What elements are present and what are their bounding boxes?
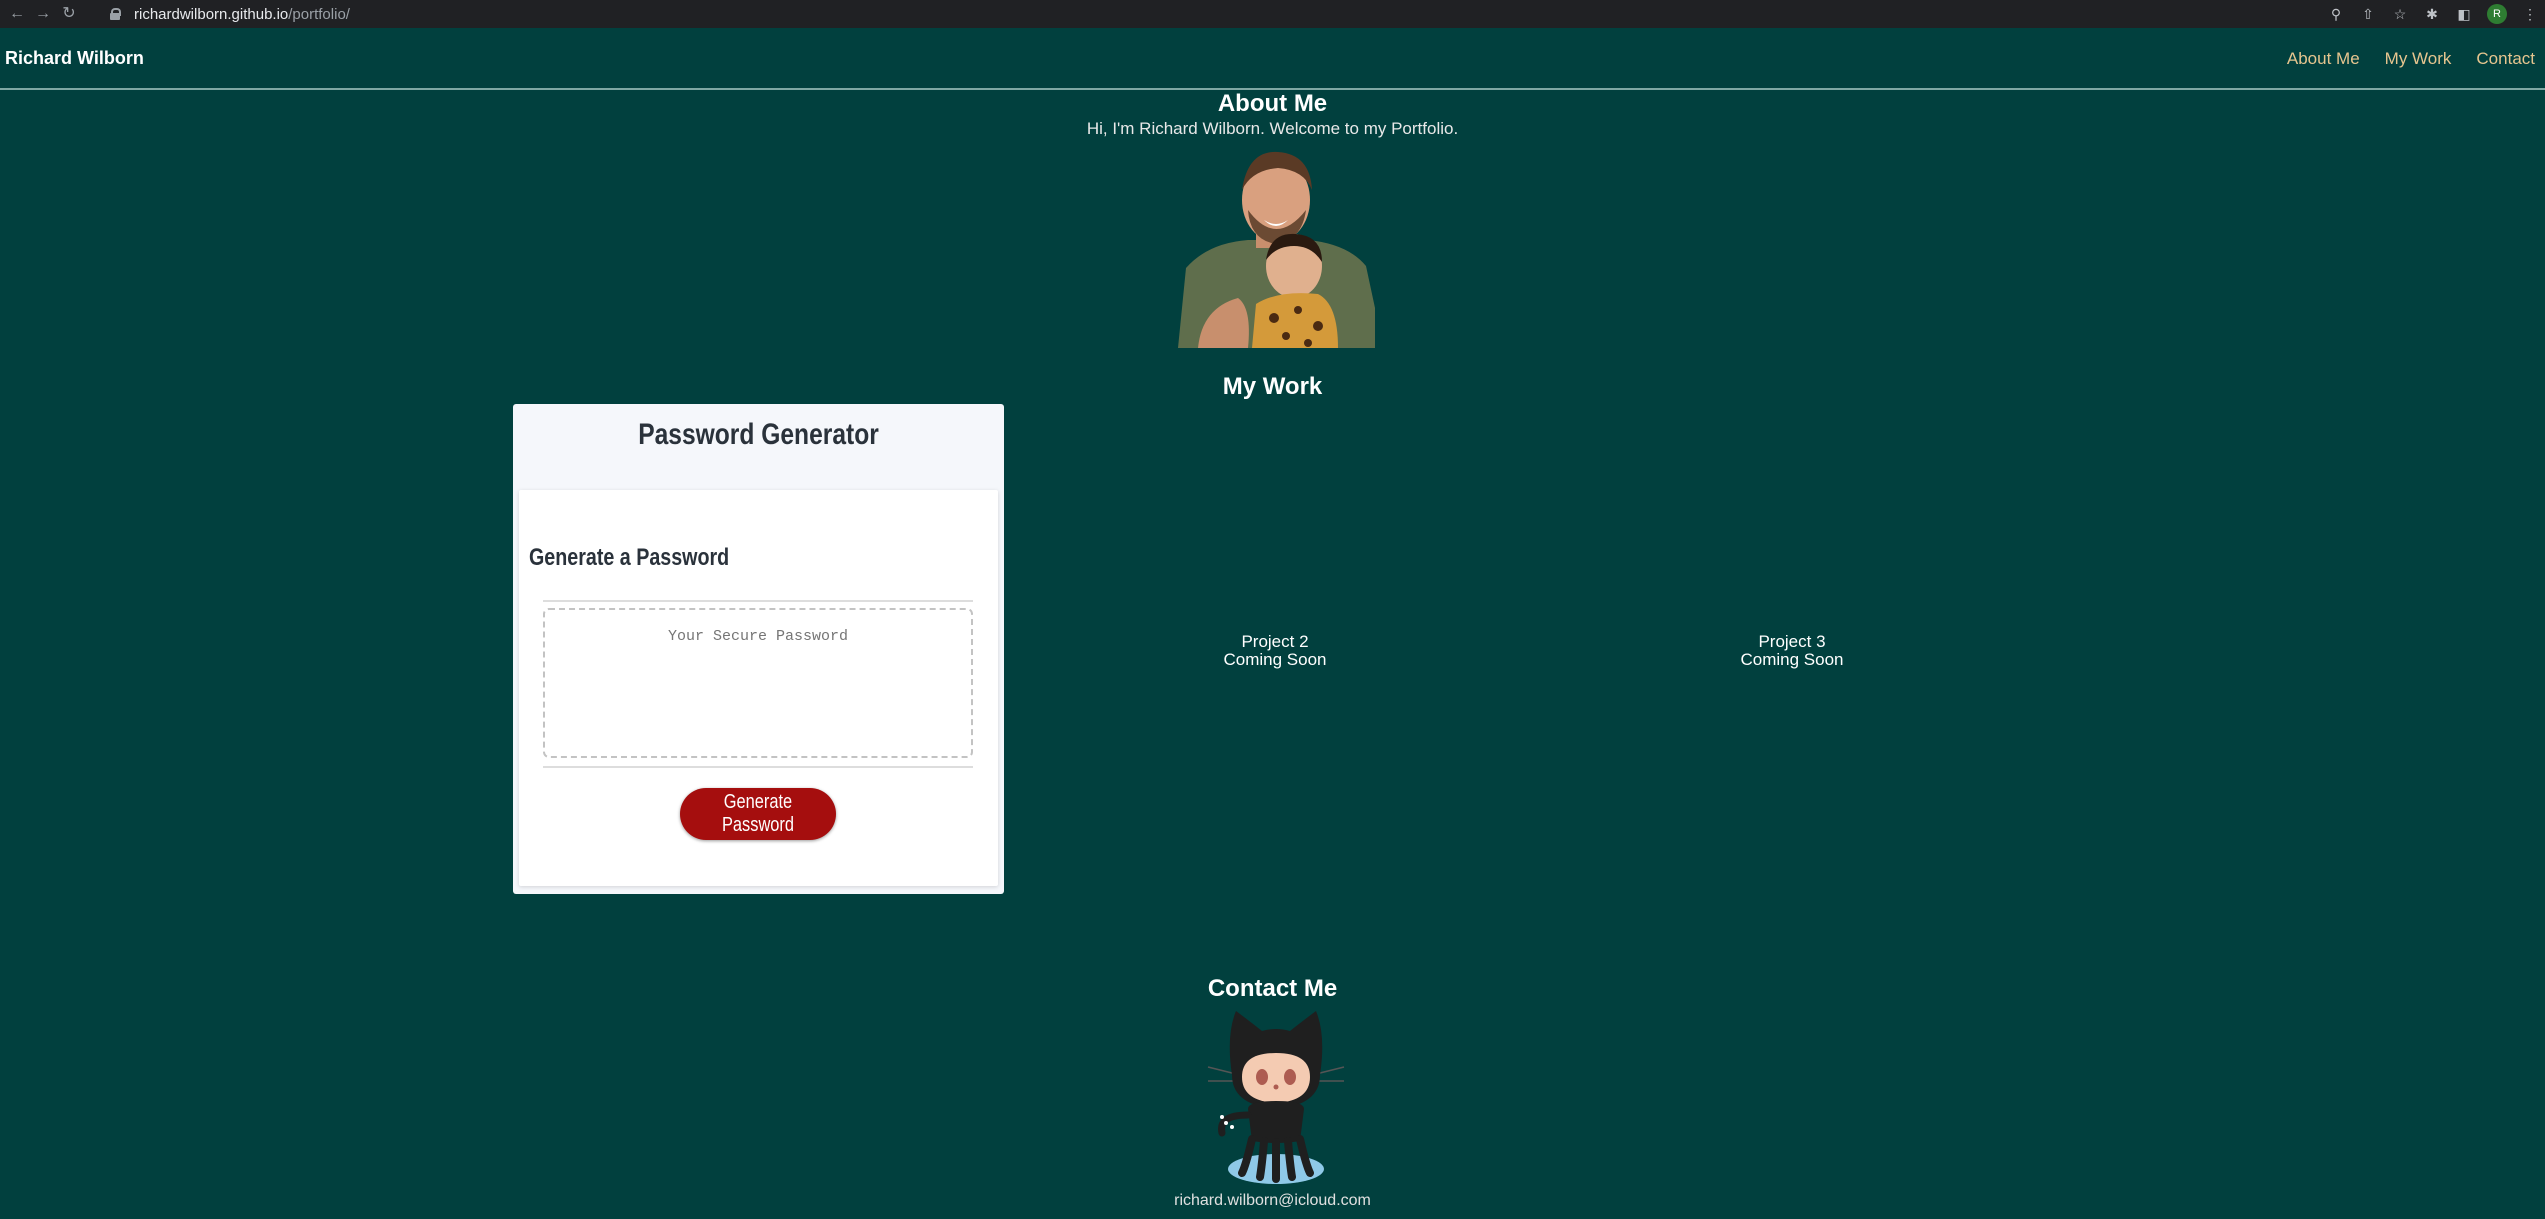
nav-my-work[interactable]: My Work xyxy=(2385,49,2452,69)
profile-photo xyxy=(1178,148,1375,348)
bookmark-star-icon[interactable]: ☆ xyxy=(2391,5,2409,23)
password-generator-panel: Generate a Password Your Secure Password… xyxy=(519,490,998,886)
extensions-icon[interactable]: ✱ xyxy=(2423,5,2441,23)
side-panel-icon[interactable]: ◧ xyxy=(2455,5,2473,23)
project-3-status: Coming Soon xyxy=(1740,650,1844,669)
forward-icon[interactable]: → xyxy=(34,5,52,23)
address-bar[interactable]: richardwilborn.github.io/portfolio/ xyxy=(110,4,350,24)
main-nav: About Me My Work Contact xyxy=(2287,49,2535,69)
menu-kebab-icon[interactable]: ⋮ xyxy=(2521,5,2539,23)
about-title: About Me xyxy=(1217,90,1328,117)
lock-icon xyxy=(110,8,121,20)
password-output-field[interactable]: Your Secure Password xyxy=(543,608,973,758)
generate-password-button[interactable]: Generate Password xyxy=(680,788,836,840)
back-icon[interactable]: ← xyxy=(8,5,26,23)
password-generator-title: Password Generator xyxy=(638,418,879,451)
url-path: /portfolio/ xyxy=(288,5,350,23)
share-icon[interactable]: ⇧ xyxy=(2359,5,2377,23)
generate-password-heading: Generate a Password xyxy=(529,544,730,571)
password-placeholder: Your Secure Password xyxy=(667,628,849,645)
zoom-icon[interactable]: ⚲ xyxy=(2327,5,2345,23)
project-2-card[interactable]: Project 2 Coming Soon xyxy=(1175,633,1375,669)
password-generator-card[interactable]: Password Generator Generate a Password Y… xyxy=(513,404,1004,894)
divider xyxy=(543,600,973,602)
site-header: Richard Wilborn About Me My Work Contact xyxy=(0,28,2545,90)
github-octocat-icon[interactable] xyxy=(1188,1005,1364,1185)
contact-email[interactable]: richard.wilborn@icloud.com xyxy=(0,1192,2545,1210)
nav-contact[interactable]: Contact xyxy=(2476,49,2535,69)
browser-toolbar: ← → ↻ richardwilborn.github.io/portfolio… xyxy=(0,0,2545,28)
profile-avatar[interactable]: R xyxy=(2487,4,2507,24)
url-host: richardwilborn.github.io xyxy=(134,5,289,23)
brand-name[interactable]: Richard Wilborn xyxy=(5,48,144,69)
about-text: Hi, I'm Richard Wilborn. Welcome to my P… xyxy=(1086,119,1459,138)
nav-about-me[interactable]: About Me xyxy=(2287,49,2360,69)
project-3-name: Project 3 xyxy=(1758,632,1826,651)
divider xyxy=(543,766,973,768)
project-2-name: Project 2 xyxy=(1241,632,1309,651)
project-2-status: Coming Soon xyxy=(1223,650,1327,669)
reload-icon[interactable]: ↻ xyxy=(60,5,78,23)
generate-password-label: Generate Password xyxy=(721,791,795,836)
my-work-title: My Work xyxy=(1222,373,1323,400)
contact-title: Contact Me xyxy=(1207,975,1338,1002)
project-3-card[interactable]: Project 3 Coming Soon xyxy=(1692,633,1892,669)
